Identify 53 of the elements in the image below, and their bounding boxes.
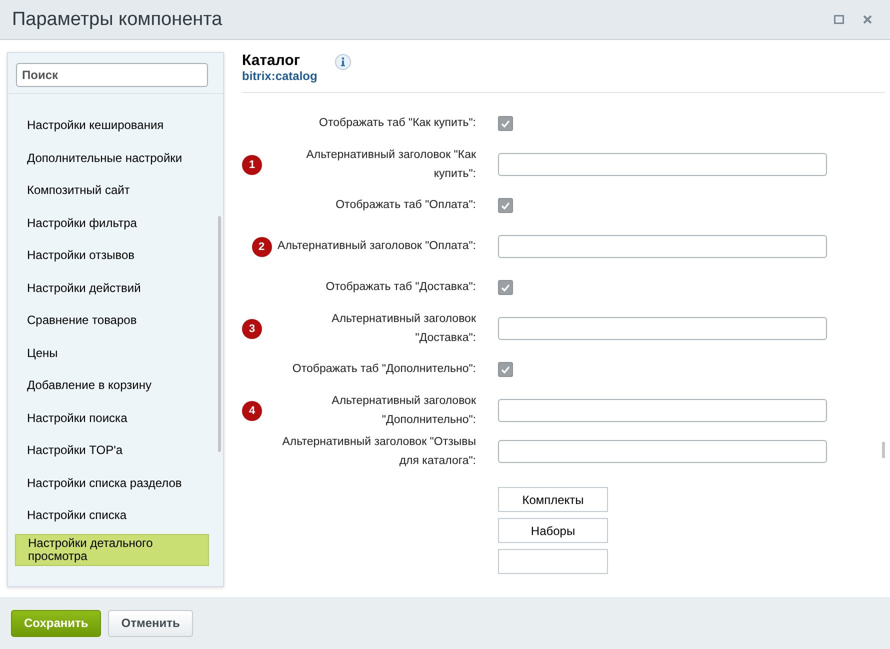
field-label: Альтернативный заголовок "Как купить": (305, 148, 476, 182)
number-badge: 3 (242, 318, 262, 338)
number-badge: 4 (242, 400, 262, 420)
text-input[interactable] (498, 440, 827, 463)
sidebar-item[interactable]: Настройки действий (15, 272, 209, 304)
checkmark-icon (501, 120, 510, 128)
search-field[interactable]: Поиск (16, 63, 208, 87)
checkbox[interactable] (498, 280, 513, 295)
field-label: Альтернативный заголовок "Оплата": (278, 239, 476, 254)
field-label: Альтернативный заголовок "Дополнительно": (330, 394, 476, 428)
list-button[interactable]: Комплекты (498, 487, 608, 512)
scrollbar-thumb[interactable] (218, 216, 221, 452)
sidebar-item[interactable]: Сравнение товаров (15, 304, 209, 336)
sidebar-item[interactable]: Добавление в корзину (15, 369, 209, 402)
close-icon[interactable] (863, 15, 872, 24)
maximize-icon[interactable] (834, 15, 844, 24)
sidebar-item[interactable]: Настройки поиска (15, 402, 209, 434)
sidebar-item[interactable]: Настройки кеширования (15, 109, 209, 142)
field-label: Отображать таб "Как купить": (319, 116, 476, 131)
number-badge: 1 (242, 154, 262, 174)
text-input[interactable] (498, 235, 827, 258)
text-input[interactable] (498, 317, 827, 340)
scrollbar-thumb[interactable] (882, 442, 885, 458)
window-title: Параметры компонента (12, 8, 222, 30)
field-label: Отображать таб "Дополнительно": (292, 362, 476, 377)
sidebar-item[interactable]: Настройки списка разделов (15, 466, 209, 499)
field-label: Альтернативный заголовок "Доставка": (330, 312, 476, 346)
checkmark-icon (501, 366, 510, 374)
text-input[interactable] (498, 399, 827, 422)
number-badge: 2 (252, 236, 272, 256)
component-name: Каталог (242, 52, 302, 69)
sidebar-item[interactable]: Цены (15, 336, 209, 369)
sidebar-item[interactable]: Настройки фильтра (15, 206, 209, 239)
list-button[interactable]: Наборы (498, 518, 608, 543)
sidebar-item[interactable]: Настройки списка (15, 499, 209, 532)
checkmark-icon (501, 284, 510, 292)
text-input[interactable] (498, 153, 827, 176)
sidebar-item[interactable]: Дополнительные настройки (15, 142, 209, 174)
checkbox[interactable] (498, 116, 513, 131)
sidebar-item[interactable]: Настройки детального просмотра (15, 534, 209, 566)
cancel-button[interactable]: Отменить (108, 610, 193, 636)
sidebar-item[interactable]: Настройки отзывов (15, 239, 209, 272)
info-icon[interactable] (335, 54, 352, 70)
component-code: bitrix:catalog (242, 69, 318, 83)
checkbox[interactable] (498, 198, 513, 213)
field-label: Альтернативный заголовок "Отзывы для каталога": (281, 434, 476, 468)
list-button[interactable] (498, 549, 608, 574)
field-label: Отображать таб "Доставка": (326, 280, 476, 295)
sidebar-item[interactable]: Композитный сайт (15, 174, 209, 206)
checkbox[interactable] (498, 362, 513, 377)
sidebar-item[interactable]: Настройки TOP'а (15, 434, 209, 466)
field-label: Отображать таб "Оплата": (336, 198, 476, 213)
checkmark-icon (501, 202, 510, 210)
